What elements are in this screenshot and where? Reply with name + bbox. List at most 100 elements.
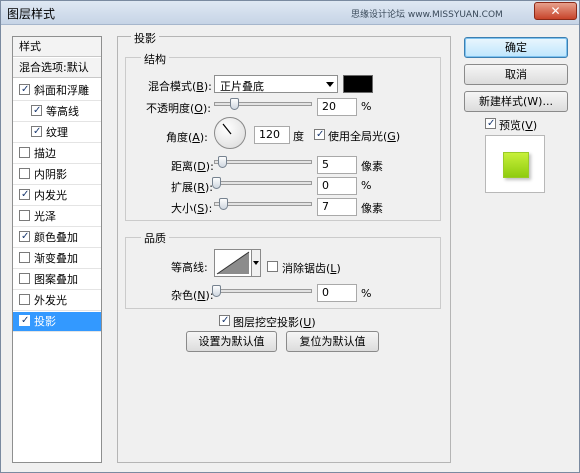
angle-needle-icon — [222, 123, 232, 135]
panel-title: 投影 — [131, 30, 159, 46]
sidebar-item-label: 描边 — [34, 147, 56, 160]
contour-dropdown[interactable] — [252, 249, 261, 277]
sidebar-item-label: 投影 — [34, 315, 56, 328]
sidebar-item-label: 外发光 — [34, 294, 67, 307]
chevron-down-icon — [326, 82, 334, 87]
sidebar-item-blending-options[interactable]: 混合选项:默认 — [13, 58, 101, 78]
spread-slider[interactable] — [214, 181, 312, 185]
sidebar-item-label: 内发光 — [34, 189, 67, 202]
spread-slider-thumb[interactable] — [212, 177, 221, 189]
blend-mode-value: 正片叠底 — [220, 80, 264, 93]
close-button[interactable]: ✕ — [534, 2, 577, 20]
antialias-label: 消除锯齿(L) — [282, 262, 341, 275]
stroke-checkbox[interactable] — [19, 147, 30, 158]
sidebar-item-label: 样式 — [19, 40, 41, 53]
knockout-checkbox[interactable] — [219, 315, 230, 326]
sidebar-item-label: 纹理 — [46, 126, 68, 139]
watermark-text: 思缘设计论坛 www.MISSYUAN.COM — [351, 10, 503, 20]
style-list: 样式 混合选项:默认 斜面和浮雕 等高线 纹理 描边 内阴影 内发光 光泽 颜色… — [12, 36, 102, 463]
reset-default-button[interactable]: 复位为默认值 — [286, 331, 379, 352]
sidebar-item-outer-glow[interactable]: 外发光 — [13, 291, 101, 311]
antialias-checkbox[interactable] — [267, 261, 278, 272]
noise-unit: % — [361, 287, 372, 300]
size-label: 大小(S): — [171, 202, 213, 215]
bevel-emboss-checkbox[interactable] — [19, 84, 30, 95]
opacity-slider[interactable] — [214, 102, 312, 106]
size-slider[interactable] — [214, 202, 312, 206]
close-icon: ✕ — [550, 4, 561, 18]
inner-shadow-checkbox[interactable] — [19, 168, 30, 179]
opacity-slider-thumb[interactable] — [230, 98, 239, 110]
opacity-label: 不透明度(O): — [146, 102, 211, 115]
gradient-overlay-checkbox[interactable] — [19, 252, 30, 263]
size-slider-thumb[interactable] — [219, 198, 228, 210]
angle-dial[interactable] — [214, 117, 246, 149]
sidebar-item-label: 斜面和浮雕 — [34, 84, 89, 97]
knockout-label: 图层挖空投影(U) — [233, 316, 316, 329]
shadow-color-swatch[interactable] — [343, 75, 373, 93]
sidebar-item-texture[interactable]: 纹理 — [13, 123, 101, 143]
sidebar-item-styles[interactable]: 样式 — [13, 37, 101, 57]
noise-slider-thumb[interactable] — [212, 285, 221, 297]
quality-legend: 品质 — [141, 230, 169, 246]
layer-style-dialog: 图层样式 思缘设计论坛 www.MISSYUAN.COM ✕ 样式 混合选项:默… — [0, 0, 580, 473]
ok-button[interactable]: 确定 — [464, 37, 568, 58]
global-light-checkbox[interactable] — [314, 129, 325, 140]
noise-input[interactable]: 0 — [317, 284, 357, 302]
blend-mode-select[interactable]: 正片叠底 — [214, 75, 338, 93]
distance-slider[interactable] — [214, 160, 312, 164]
preview-label: 预览(V) — [499, 119, 538, 132]
sidebar-item-satin[interactable]: 光泽 — [13, 207, 101, 227]
cancel-button[interactable]: 取消 — [464, 64, 568, 85]
spread-unit: % — [361, 179, 372, 192]
preview-checkbox[interactable] — [485, 118, 496, 129]
noise-slider[interactable] — [214, 289, 312, 293]
new-style-button[interactable]: 新建样式(W)... — [464, 91, 568, 112]
sidebar-item-inner-shadow[interactable]: 内阴影 — [13, 165, 101, 185]
sidebar-item-label: 混合选项:默认 — [19, 61, 89, 74]
structure-legend: 结构 — [141, 51, 169, 67]
sidebar-item-contour[interactable]: 等高线 — [13, 102, 101, 122]
texture-checkbox[interactable] — [31, 126, 42, 137]
opacity-input[interactable]: 20 — [317, 98, 357, 116]
contour-checkbox[interactable] — [31, 105, 42, 116]
sidebar-item-drop-shadow[interactable]: 投影 — [13, 312, 101, 332]
sidebar-item-bevel-emboss[interactable]: 斜面和浮雕 — [13, 81, 101, 101]
spread-input[interactable]: 0 — [317, 177, 357, 195]
sidebar-item-inner-glow[interactable]: 内发光 — [13, 186, 101, 206]
style-preview — [485, 135, 545, 193]
sidebar-item-label: 颜色叠加 — [34, 231, 78, 244]
inner-glow-checkbox[interactable] — [19, 189, 30, 200]
title-bar[interactable]: 图层样式 思缘设计论坛 www.MISSYUAN.COM ✕ — [1, 1, 579, 25]
sidebar-item-label: 渐变叠加 — [34, 252, 78, 265]
sidebar-item-color-overlay[interactable]: 颜色叠加 — [13, 228, 101, 248]
sidebar-item-label: 图案叠加 — [34, 273, 78, 286]
contour-curve-icon — [216, 251, 250, 275]
preview-swatch — [503, 152, 529, 178]
distance-unit: 像素 — [361, 160, 383, 173]
color-overlay-checkbox[interactable] — [19, 231, 30, 242]
outer-glow-checkbox[interactable] — [19, 294, 30, 305]
contour-label: 等高线: — [171, 261, 208, 274]
sidebar-item-pattern-overlay[interactable]: 图案叠加 — [13, 270, 101, 290]
blend-mode-label: 混合模式(B): — [148, 80, 212, 93]
satin-checkbox[interactable] — [19, 210, 30, 221]
drop-shadow-checkbox[interactable] — [19, 315, 30, 326]
sidebar-item-gradient-overlay[interactable]: 渐变叠加 — [13, 249, 101, 269]
sidebar-item-stroke[interactable]: 描边 — [13, 144, 101, 164]
opacity-unit: % — [361, 100, 372, 113]
distance-label: 距离(D): — [171, 160, 214, 173]
size-input[interactable]: 7 — [317, 198, 357, 216]
sidebar-item-label: 内阴影 — [34, 168, 67, 181]
sidebar-item-label: 光泽 — [34, 210, 56, 223]
angle-input[interactable]: 120 — [254, 126, 290, 144]
set-default-button[interactable]: 设置为默认值 — [186, 331, 277, 352]
global-light-label: 使用全局光(G) — [328, 130, 401, 143]
pattern-overlay-checkbox[interactable] — [19, 273, 30, 284]
distance-input[interactable]: 5 — [317, 156, 357, 174]
distance-slider-thumb[interactable] — [218, 156, 227, 168]
angle-label: 角度(A): — [166, 131, 208, 144]
window-title: 图层样式 — [7, 7, 56, 21]
contour-preview[interactable] — [214, 249, 252, 277]
size-unit: 像素 — [361, 202, 383, 215]
